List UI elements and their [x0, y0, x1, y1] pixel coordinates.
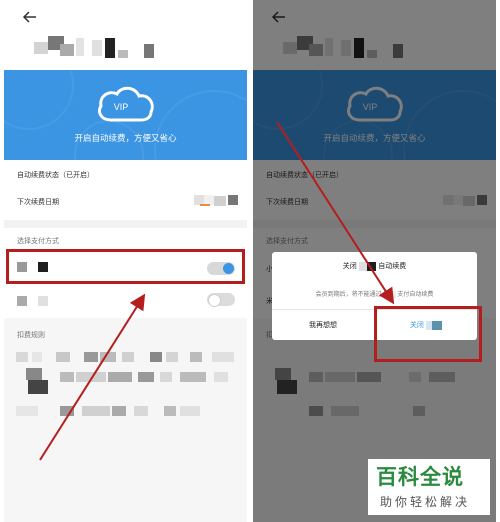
banner-slogan: 开启自动续费，方便又省心 [74, 134, 177, 144]
section-divider [4, 220, 247, 228]
deduction-rules-section: 扣费规则 [4, 318, 247, 522]
next-renew-date-label: 下次续费日期 [17, 198, 59, 206]
phone-screen-right: VIP 开启自动续费，方便又省心 自动续费状态（已开启） 下次续费日期 选择支付… [253, 0, 496, 522]
auto-renew-status: 自动续费状态（已开启） [17, 171, 94, 179]
watermark-main-text: 百科全说 [376, 465, 464, 489]
dialog-description: 会员到期后，将不能通过 支付自动续费 [315, 291, 434, 298]
phone-screen-left: VIP 开启自动续费，方便又省心 自动续费状态（已开启） 下次续费日期 选择支付… [4, 0, 247, 522]
keep-renewal-button[interactable]: 我再想想 [272, 312, 374, 338]
dialog-title: 关闭 自动续费 [342, 261, 407, 271]
vip-cloud-icon: VIP [97, 86, 154, 122]
rules-title: 扣费规则 [17, 331, 45, 339]
watermark-sub-text: 助你轻松解决 [380, 495, 471, 509]
close-button-highlight-box [374, 306, 482, 362]
payment-method-highlight-box [6, 249, 245, 284]
baike-watermark-logo: 百科全说 助你轻松解决 [368, 459, 490, 515]
vip-banner: VIP 开启自动续费，方便又省心 [4, 70, 247, 160]
back-arrow-icon[interactable] [22, 9, 38, 25]
payment-method-2-toggle[interactable] [207, 293, 235, 307]
payment-section-title: 选择支付方式 [17, 237, 59, 245]
svg-text:VIP: VIP [114, 102, 129, 112]
